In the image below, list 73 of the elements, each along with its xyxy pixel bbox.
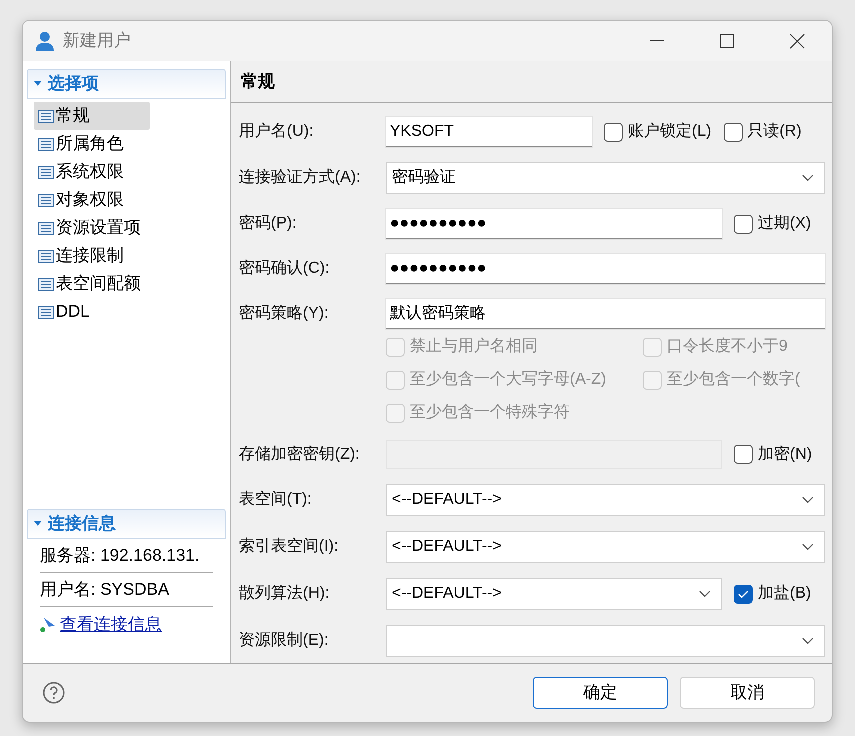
connection-icon <box>40 617 56 633</box>
list-icon <box>38 166 54 178</box>
window-title: 新建用户 <box>63 30 131 52</box>
checkbox-label: 加密(N) <box>758 444 812 464</box>
caret-icon <box>34 81 42 87</box>
caret-icon <box>802 637 814 645</box>
dropdown-field[interactable]: 密码验证 <box>386 162 825 194</box>
checkbox-label: 口令长度不小于9 <box>667 336 788 357</box>
checkbox-label: 至少包含一个大写字母(A-Z) <box>410 370 606 390</box>
password-field[interactable]: ●●●●●●●●●● <box>386 254 825 284</box>
section-header[interactable]: 连接信息 <box>27 509 226 539</box>
checkbox-label: 至少包含一个特殊字符 <box>410 402 570 423</box>
field-label: 密码(P): <box>239 214 298 234</box>
sidebar-item[interactable]: DDL <box>34 298 150 326</box>
field-label: 连接验证方式(A): <box>239 168 362 188</box>
caret-icon <box>34 521 42 527</box>
sidebar-item[interactable]: 系统权限 <box>34 158 150 186</box>
caret-icon <box>699 590 711 598</box>
checkbox[interactable] <box>604 122 623 142</box>
checkbox-label: 加盐(B) <box>758 584 812 604</box>
caret-icon <box>802 543 814 551</box>
sidebar-item[interactable]: 资源设置项 <box>34 214 150 242</box>
sidebar-item[interactable]: 表空间配额 <box>34 270 150 298</box>
list-icon <box>38 194 54 206</box>
checkbox-label: 过期(X) <box>758 214 812 234</box>
dropdown-field[interactable]: <--DEFAULT--> <box>386 484 825 516</box>
field-label: 密码策略(Y): <box>239 304 330 324</box>
password-field[interactable]: ●●●●●●●●●● <box>386 209 722 239</box>
field-label: 散列算法(H): <box>239 584 331 604</box>
checkbox[interactable] <box>734 584 753 604</box>
view-connection-link[interactable]: 查看连接信息 <box>60 612 162 638</box>
checkbox-label: 只读(R) <box>748 122 802 142</box>
list-icon <box>38 138 54 150</box>
ok-button[interactable]: 确定 <box>533 677 668 709</box>
maximize-icon <box>720 34 734 48</box>
field-label: 资源限制(E): <box>239 630 330 651</box>
field-label: 表空间(T): <box>239 490 313 510</box>
check-icon <box>738 590 749 598</box>
dropdown-field[interactable]: <--DEFAULT--> <box>386 578 722 610</box>
dropdown-field[interactable] <box>386 625 825 657</box>
info-text: 服务器: 192.168.131. <box>40 544 200 567</box>
dropdown-field[interactable]: <--DEFAULT--> <box>386 531 825 563</box>
caret-icon <box>802 496 814 504</box>
cancel-button[interactable]: 取消 <box>680 677 815 709</box>
list-icon <box>38 306 54 318</box>
list-icon <box>38 250 54 262</box>
checkbox-label: 至少包含一个数字( <box>667 370 800 390</box>
list-icon <box>38 278 54 290</box>
sidebar-item[interactable]: 对象权限 <box>34 186 150 214</box>
close-icon <box>790 34 804 48</box>
caret-icon <box>802 174 814 182</box>
checkbox[interactable] <box>734 214 753 234</box>
section-title: 常规 <box>241 70 275 93</box>
list-icon <box>38 110 54 122</box>
field-label: 索引表空间(I): <box>239 536 340 557</box>
minimize-icon <box>650 40 664 42</box>
checkbox-label: 账户锁定(L) <box>628 122 712 142</box>
sidebar-item[interactable]: 连接限制 <box>34 242 150 270</box>
field-label: 用户名(U): <box>239 122 315 142</box>
list-icon <box>38 222 54 234</box>
field-label: 密码确认(C): <box>239 258 331 279</box>
info-text: 用户名: SYSDBA <box>40 578 170 601</box>
field-label: 存储加密密钥(Z): <box>239 444 361 464</box>
sidebar-item[interactable]: 所属角色 <box>34 130 150 158</box>
text-field[interactable]: 默认密码策略 <box>386 299 825 329</box>
help-icon[interactable] <box>43 682 65 704</box>
checkbox[interactable] <box>734 445 753 464</box>
checkbox-label: 禁止与用户名相同 <box>410 336 538 357</box>
user-icon <box>35 31 55 51</box>
sidebar-item[interactable]: 常规 <box>34 102 150 130</box>
checkbox[interactable] <box>724 122 743 142</box>
text-field[interactable]: YKSOFT <box>386 117 592 147</box>
section-header[interactable]: 选择项 <box>27 69 226 99</box>
